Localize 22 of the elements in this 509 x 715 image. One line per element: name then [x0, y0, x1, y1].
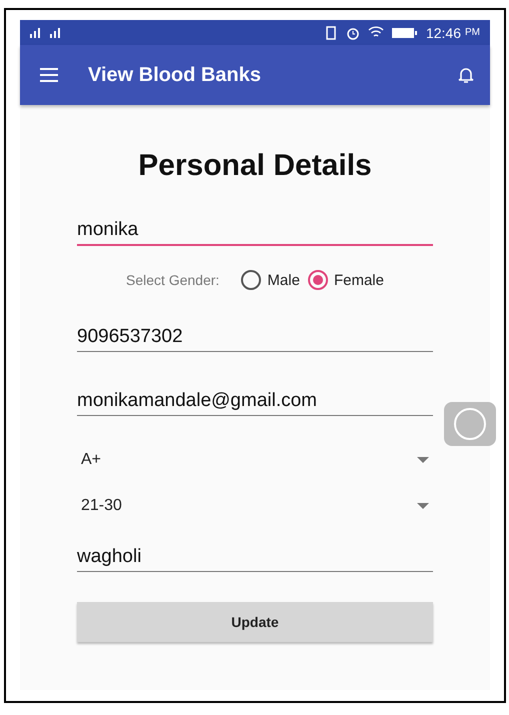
dropdown[interactable]: 21-30 [77, 492, 433, 520]
gender-label: Select Gender: [126, 272, 220, 288]
vibrate-icon [324, 26, 338, 40]
battery-icon [392, 26, 418, 38]
bell-icon[interactable] [458, 66, 474, 84]
input-field[interactable]: 9096537302 [77, 318, 433, 352]
menu-icon[interactable] [40, 68, 58, 82]
wifi-icon [368, 26, 384, 39]
radio-option[interactable]: Female [308, 270, 384, 290]
app-title: View Blood Banks [88, 64, 262, 86]
radio-option[interactable]: Male [241, 270, 300, 290]
status-time: 12:46 [426, 24, 461, 40]
caret-icon [417, 503, 429, 509]
input-field[interactable]: monikamandale@gmail.com [77, 382, 433, 416]
caret-icon [417, 457, 429, 463]
alarm-icon [346, 26, 360, 40]
status-meridiem: PM [465, 27, 480, 38]
input-field[interactable]: wagholi [77, 538, 433, 572]
update-button[interactable]: Update [77, 602, 433, 642]
input-field[interactable]: monika [77, 211, 433, 246]
dropdown[interactable]: A+ [77, 446, 433, 474]
form-heading: Personal Details [137, 149, 373, 183]
